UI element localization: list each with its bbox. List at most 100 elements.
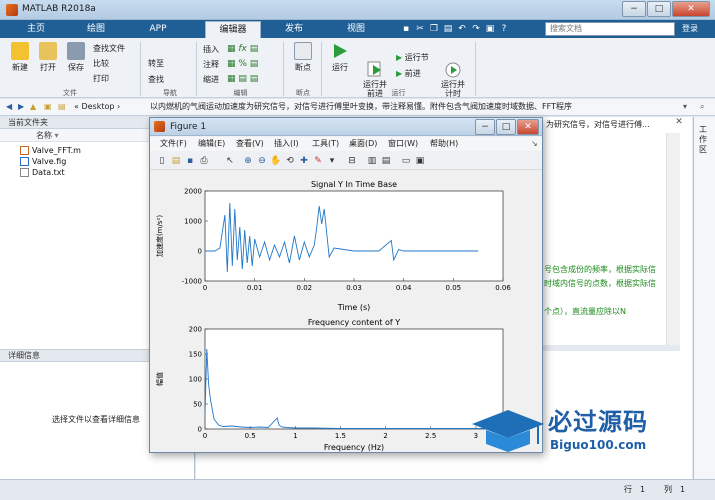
hide-plot-tools-icon[interactable]: ▭ <box>400 155 412 167</box>
row-value: 1 <box>640 485 646 494</box>
menu-desktop[interactable]: 桌面(D) <box>349 137 377 151</box>
menu-view[interactable]: 查看(V) <box>236 137 264 151</box>
browse-folder-icon[interactable]: ▣ <box>44 99 52 115</box>
search-docs-input[interactable]: 搜索文档 <box>545 22 675 36</box>
plot2-ytick-label: 0 <box>198 426 202 434</box>
new-figure-icon[interactable]: ▯ <box>156 155 168 167</box>
save-figure-icon[interactable]: ▪ <box>184 155 196 167</box>
help-quick-icon[interactable]: ? <box>498 23 510 35</box>
comment-icon[interactable]: ▦ % ▤ <box>227 59 258 69</box>
save-icon <box>67 42 85 60</box>
goto-button[interactable]: 转至 <box>148 58 164 70</box>
menu-tools[interactable]: 工具(T) <box>312 137 339 151</box>
group-label-breakpoints: 断点 <box>296 89 310 97</box>
run-section-button[interactable]: ▶ 运行节 <box>396 52 429 64</box>
indent-icon[interactable]: ▦ ▤ ▤ <box>227 74 258 84</box>
insert-legend-icon[interactable]: ▤ <box>380 155 392 167</box>
plot1-ylabel: 加速度(m/s²) <box>155 215 164 257</box>
dropdown-arrow-icon[interactable]: ▾ <box>683 99 687 115</box>
tab-view[interactable]: 视图 <box>326 21 386 38</box>
tab-publish[interactable]: 发布 <box>264 21 324 38</box>
back-arrow-icon[interactable]: ◀ <box>6 99 12 115</box>
separator <box>475 42 476 96</box>
brush-dropdown-icon[interactable]: ▾ <box>326 155 338 167</box>
insert-button[interactable]: 插入 <box>203 44 219 56</box>
plot2-ytick-label: 200 <box>189 326 202 334</box>
ribbon-tabs: 主页 绘图 APP 编辑器 发布 视图 ▪ ✂ ❐ ▤ ↶ ↷ ▣ ? 搜索文档… <box>0 20 715 38</box>
menu-help[interactable]: 帮助(H) <box>430 137 458 151</box>
edit-plot-icon[interactable]: ↖ <box>224 155 236 167</box>
menu-insert[interactable]: 插入(I) <box>274 137 299 151</box>
separator <box>196 42 197 96</box>
insert-colorbar-icon[interactable]: ▥ <box>366 155 378 167</box>
save-button[interactable]: 保存 <box>62 42 90 73</box>
close-editor-icon[interactable]: ✕ <box>666 117 692 129</box>
plot2-ytick-label: 50 <box>193 401 202 409</box>
data-cursor-icon[interactable]: ✚ <box>298 155 310 167</box>
undo-quick-icon[interactable]: ↶ <box>456 23 468 35</box>
search-folder-icon[interactable]: ⌕ <box>700 99 704 115</box>
paste-quick-icon[interactable]: ▤ <box>442 23 454 35</box>
plot1-xtick-label: 0.06 <box>495 284 511 292</box>
breakpoints-button[interactable]: 断点 <box>289 42 317 73</box>
compare-button[interactable]: 比较 <box>93 58 109 70</box>
cut-quick-icon[interactable]: ✂ <box>414 23 426 35</box>
new-button[interactable]: 新建 <box>6 42 34 73</box>
tab-plots[interactable]: 绘图 <box>66 21 126 38</box>
brush-icon[interactable]: ✎ <box>312 155 324 167</box>
vertical-scrollbar[interactable] <box>666 133 680 348</box>
open-button[interactable]: 打开 <box>34 42 62 73</box>
save-quick-icon[interactable]: ▪ <box>400 23 412 35</box>
plot2-xtick-label: 1 <box>293 432 297 440</box>
up-folder-icon[interactable]: ▲ <box>30 99 36 115</box>
indent-button[interactable]: 缩进 <box>203 74 219 86</box>
close-button[interactable]: ✕ <box>672 1 710 17</box>
figure-close-button[interactable]: ✕ <box>517 119 539 135</box>
insert-section-icon[interactable]: ▦ fx ▤ <box>227 44 258 54</box>
plot2-xtick-label: 1.5 <box>335 432 346 440</box>
tab-apps[interactable]: APP <box>128 21 188 38</box>
menu-file[interactable]: 文件(F) <box>160 137 187 151</box>
plot2-ytick-label: 100 <box>189 376 202 384</box>
comment-button[interactable]: 注释 <box>203 59 219 71</box>
search-icon[interactable]: ⌕ <box>660 22 670 36</box>
zoom-out-icon[interactable]: ⊖ <box>256 155 268 167</box>
menu-dock-icon[interactable]: ↘ <box>531 137 538 151</box>
open-file-icon[interactable]: ▤ <box>170 155 182 167</box>
run-advance-icon <box>366 51 384 77</box>
rotate-icon[interactable]: ⟲ <box>284 155 296 167</box>
redo-quick-icon[interactable]: ↷ <box>470 23 482 35</box>
link-plot-icon[interactable]: ⊟ <box>346 155 358 167</box>
separator <box>283 42 284 96</box>
pan-icon[interactable]: ✋ <box>270 155 282 167</box>
switch-windows-icon[interactable]: ▣ <box>484 23 496 35</box>
login-link[interactable]: 登录 <box>682 23 698 34</box>
m-file-icon <box>20 146 29 155</box>
run-button[interactable]: 运行 <box>326 42 354 73</box>
figure-menubar: 文件(F) 编辑(E) 查看(V) 插入(I) 工具(T) 桌面(D) 窗口(W… <box>150 137 542 151</box>
advance-button[interactable]: ▶ 前进 <box>396 68 421 80</box>
run-time-icon <box>444 51 462 78</box>
copy-quick-icon[interactable]: ❐ <box>428 23 440 35</box>
plot1-ytick-label: 0 <box>198 248 202 256</box>
find-files-button[interactable]: 查找文件 <box>93 43 125 55</box>
zoom-in-icon[interactable]: ⊕ <box>242 155 254 167</box>
tab-home[interactable]: 主页 <box>8 21 64 38</box>
path-current-folder[interactable]: 以内燃机的气阀运动加速度为研究信号，对信号进行傅里叶变换，带注释易懂。附件包含气… <box>150 99 572 115</box>
print-figure-icon[interactable]: ⎙ <box>198 155 210 167</box>
show-plot-tools-icon[interactable]: ▣ <box>414 155 426 167</box>
forward-arrow-icon[interactable]: ▶ <box>18 99 24 115</box>
col-label: 列 <box>664 485 672 494</box>
find-button[interactable]: 查找 <box>148 74 164 86</box>
path-prefix[interactable]: « Desktop › <box>74 99 120 115</box>
maximize-button[interactable]: □ <box>647 1 671 17</box>
print-button[interactable]: 打印 <box>93 73 109 85</box>
editor-tab-title[interactable]: 为研究信号，对信号进行傅... <box>546 119 650 130</box>
menu-window[interactable]: 窗口(W) <box>388 137 418 151</box>
tab-editor[interactable]: 编辑器 <box>205 21 261 38</box>
watermark-url: Biguo100.com <box>550 438 647 452</box>
menu-edit[interactable]: 编辑(E) <box>198 137 225 151</box>
minimize-button[interactable]: − <box>622 1 646 17</box>
figure-maximize-button[interactable]: □ <box>496 119 516 135</box>
figure-minimize-button[interactable]: − <box>475 119 495 135</box>
